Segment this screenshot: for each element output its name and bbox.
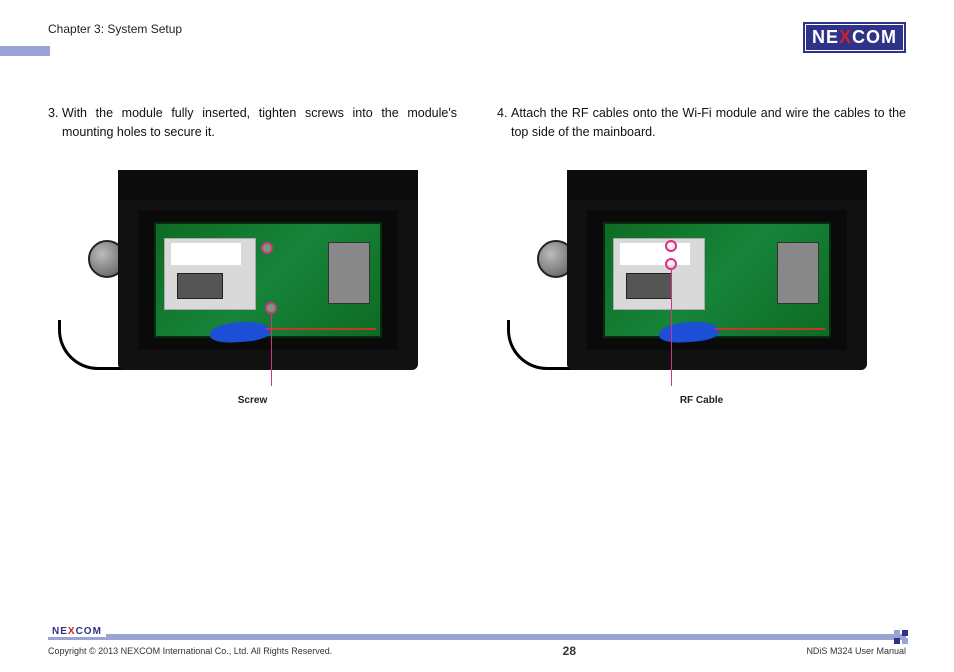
screw-callout-icon (261, 242, 273, 254)
step-text: With the module fully inserted, tighten … (62, 104, 457, 142)
rf-callout-icon (665, 240, 677, 252)
rf-callout-icon (665, 258, 677, 270)
leader-line-icon (271, 314, 272, 386)
footer-ornament-icon (894, 630, 908, 644)
page-number: 28 (563, 644, 576, 658)
screw-callout-icon (265, 302, 277, 314)
document-title: NDiS M324 User Manual (806, 646, 906, 656)
callout-label: Screw (48, 395, 457, 406)
sim-holder-icon (777, 242, 819, 304)
step-text: Attach the RF cables onto the Wi-Fi modu… (511, 104, 906, 142)
footer-logo: NEXCOM (48, 626, 106, 637)
accent-bar (0, 46, 50, 56)
wifi-module-icon (613, 238, 705, 310)
figure-screw: Screw (48, 160, 457, 390)
page-footer: NEXCOM Copyright © 2013 NEXCOM Internati… (48, 634, 906, 658)
sim-holder-icon (328, 242, 370, 304)
brand-logo: NEXCOM (803, 22, 906, 53)
mainboard-icon (603, 222, 831, 338)
step-number: 4. (497, 104, 511, 142)
step-3: 3. With the module fully inserted, tight… (48, 104, 457, 142)
mainboard-icon (154, 222, 382, 338)
wifi-module-icon (164, 238, 256, 310)
callout-label: RF Cable (497, 395, 906, 406)
chapter-title: Chapter 3: System Setup (48, 22, 182, 36)
copyright-text: Copyright © 2013 NEXCOM International Co… (48, 646, 332, 656)
leader-line-icon (671, 270, 672, 386)
step-4: 4. Attach the RF cables onto the Wi-Fi m… (497, 104, 906, 142)
figure-rfcable: RF Cable (497, 160, 906, 390)
step-number: 3. (48, 104, 62, 142)
